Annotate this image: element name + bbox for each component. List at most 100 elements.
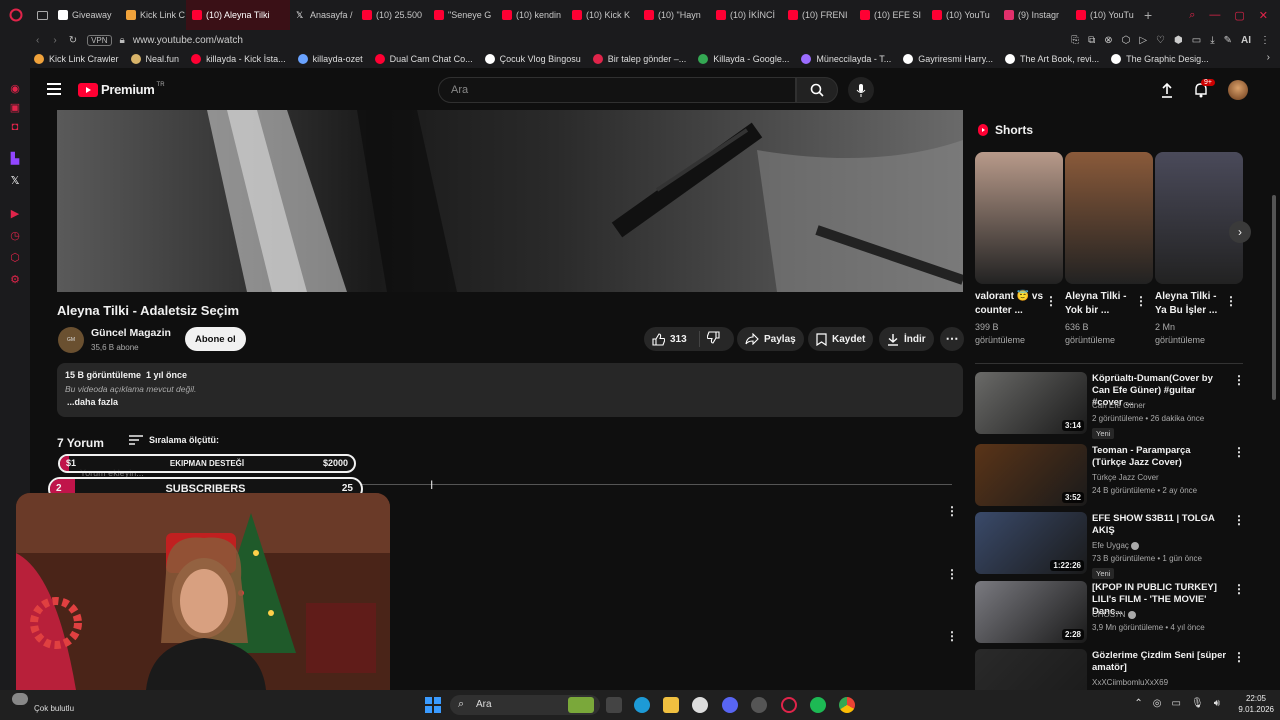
short-thumbnail[interactable] <box>1155 152 1243 284</box>
video-thumbnail[interactable]: 1:22:26 <box>975 512 1087 574</box>
video-channel[interactable]: Can Efe Güner <box>1092 401 1145 410</box>
sidebar-box-icon[interactable]: ⬡ <box>9 252 21 264</box>
browser-tab[interactable]: (10) kendin <box>496 0 566 30</box>
snapshot-icon[interactable]: ⧉ <box>1088 35 1095 46</box>
short-menu-icon[interactable]: ⋮ <box>1045 294 1057 308</box>
bookmark-page-icon[interactable]: ⎘ <box>1071 35 1079 46</box>
show-more-link[interactable]: ...daha fazla <box>67 397 118 407</box>
hamburger-menu-icon[interactable] <box>47 83 61 95</box>
windows-start-icon[interactable] <box>425 697 441 713</box>
maximize-window-icon[interactable]: ▢ <box>1234 9 1244 22</box>
browser-tab[interactable]: Kick Link C <box>120 0 186 30</box>
bookmark-item[interactable]: killayda - Kick İsta... <box>191 54 286 64</box>
save-button[interactable]: Kaydet <box>808 327 874 351</box>
ai-button[interactable]: AI <box>1241 35 1251 46</box>
video-channel[interactable]: Türkçe Jazz Cover <box>1092 473 1159 482</box>
search-tabs-icon[interactable]: ⌕ <box>1189 9 1195 22</box>
tray-app-icon[interactable]: ◎ <box>1153 698 1162 709</box>
clock-time[interactable]: 22:05 <box>1246 694 1266 703</box>
opera-logo-icon[interactable] <box>0 8 32 22</box>
edit-icon[interactable]: ✎ <box>1224 35 1232 46</box>
bookmarks-overflow-icon[interactable]: › <box>1267 52 1270 63</box>
comment-menu-icon[interactable]: ⋮ <box>946 567 958 581</box>
comment-menu-icon[interactable]: ⋮ <box>946 629 958 643</box>
browser-tab[interactable]: (10) YouTu <box>926 0 998 30</box>
volume-icon[interactable]: 🔊︎ <box>1214 698 1220 709</box>
video-title[interactable]: Gözlerime Çizdim Seni [süper amatör] <box>1092 650 1227 674</box>
browser-tab[interactable]: Giveaway <box>52 0 120 30</box>
weather-text[interactable]: Çok bulutlu <box>34 704 74 713</box>
sort-comments-button[interactable]: Sıralama ölçütü: <box>129 435 219 445</box>
bookmark-item[interactable]: Dual Cam Chat Co... <box>374 54 473 64</box>
wallet-icon[interactable]: ▭ <box>1192 35 1201 46</box>
cube-icon[interactable]: ⬡ <box>1122 35 1131 46</box>
back-icon[interactable]: ‹ <box>36 35 39 46</box>
spotify-icon[interactable] <box>810 697 826 713</box>
browser-tab[interactable]: (10) İKİNCİ <box>710 0 782 30</box>
like-button[interactable]: 313 <box>644 331 700 347</box>
sidebar-x-icon[interactable]: 𝕏 <box>9 175 21 187</box>
video-thumbnail[interactable]: 3:52 <box>975 444 1087 506</box>
browser-tab[interactable]: (10) Aleyna Tilki <box>186 0 290 30</box>
video-menu-icon[interactable]: ⋮ <box>1233 650 1245 664</box>
taskbar-search[interactable]: ⌕ Ara <box>450 695 600 715</box>
browser-tab[interactable]: (9) Instagr <box>998 0 1070 30</box>
clock-date[interactable]: 9.01.2026 <box>1238 705 1274 714</box>
block-icon[interactable]: ⊗ <box>1104 35 1112 46</box>
browser-tab[interactable]: (10) YouTu <box>1070 0 1140 30</box>
video-channel[interactable]: CHOS7N <box>1092 610 1136 619</box>
heart-icon[interactable]: ♡ <box>1156 35 1165 46</box>
short-title[interactable]: Aleyna Tilki - Yok bir ... <box>1065 290 1139 318</box>
video-menu-icon[interactable]: ⋮ <box>1233 513 1245 527</box>
tab-workspaces-icon[interactable] <box>32 10 52 20</box>
bookmark-item[interactable]: Neal.fun <box>130 54 179 64</box>
tray-chevron-icon[interactable]: ⌃ <box>1134 698 1142 709</box>
youtube-premium-logo[interactable]: Premium TR <box>78 82 165 97</box>
video-menu-icon[interactable]: ⋮ <box>1233 373 1245 387</box>
voice-search-button[interactable] <box>848 77 874 103</box>
browser-tab[interactable]: (10) 25.500 <box>356 0 428 30</box>
sidebar-twitch-icon[interactable]: ▙ <box>9 153 21 165</box>
bookmark-item[interactable]: killayda-ozet <box>297 54 363 64</box>
microphone-icon[interactable]: 🎙︎ <box>1191 698 1204 709</box>
short-menu-icon[interactable]: ⋮ <box>1135 294 1147 308</box>
task-view-icon[interactable] <box>606 697 622 713</box>
opera-icon[interactable] <box>781 697 797 713</box>
bookmark-item[interactable]: The Art Book, revi... <box>1005 54 1099 64</box>
dislike-button[interactable] <box>700 331 720 347</box>
short-title[interactable]: Aleyna Tilki - Ya Bu İşler ... <box>1155 290 1229 318</box>
sidebar-history-icon[interactable]: ◷ <box>9 230 21 242</box>
sidebar-chat-icon[interactable]: ▣ <box>9 102 21 114</box>
bookmark-item[interactable]: Kick Link Crawler <box>34 54 119 64</box>
app-icon[interactable] <box>751 697 767 713</box>
browser-tab[interactable]: "Seneye G <box>428 0 496 30</box>
chrome-icon[interactable] <box>839 697 855 713</box>
sidebar-player-icon[interactable]: ▶ <box>9 208 21 220</box>
upload-icon[interactable] <box>1160 82 1174 103</box>
video-channel[interactable]: XxXCiimbomluXxX69 <box>1092 678 1168 687</box>
search-button[interactable] <box>796 77 838 103</box>
description-box[interactable]: 15 B görüntüleme 1 yıl önce Bu videoda a… <box>57 363 963 417</box>
download-icon[interactable]: ⤓ <box>1210 35 1214 46</box>
bookmark-item[interactable]: The Graphic Desig... <box>1111 54 1209 64</box>
reload-icon[interactable]: ↻ <box>69 35 77 46</box>
new-tab-button[interactable]: + <box>1144 7 1152 23</box>
share-button[interactable]: Paylaş <box>737 327 804 351</box>
short-thumbnail[interactable] <box>1065 152 1153 284</box>
page-scrollbar[interactable] <box>1272 195 1276 400</box>
browser-tab[interactable]: (10) "Hayn <box>638 0 710 30</box>
minimize-window-icon[interactable]: — <box>1209 9 1220 21</box>
browser-tab[interactable]: (10) FRENI <box>782 0 854 30</box>
sidebar-instagram-icon[interactable]: ◘ <box>9 121 21 133</box>
browser-tab[interactable]: (10) Kick K <box>566 0 638 30</box>
url-field[interactable]: www.youtube.com/watch <box>133 35 243 46</box>
search-input[interactable]: Ara <box>438 77 796 103</box>
vpn-badge[interactable]: VPN <box>87 34 112 46</box>
obs-icon[interactable] <box>692 697 708 713</box>
bookmark-item[interactable]: Çocuk Vlog Bingosu <box>484 54 581 64</box>
sidebar-messenger-icon[interactable]: ◉ <box>9 83 21 95</box>
network-icon[interactable]: ▭ <box>1172 698 1181 709</box>
video-thumbnail[interactable]: 3:14 <box>975 372 1087 434</box>
browser-tab[interactable]: (10) EFE SI <box>854 0 926 30</box>
video-menu-icon[interactable]: ⋮ <box>1233 445 1245 459</box>
